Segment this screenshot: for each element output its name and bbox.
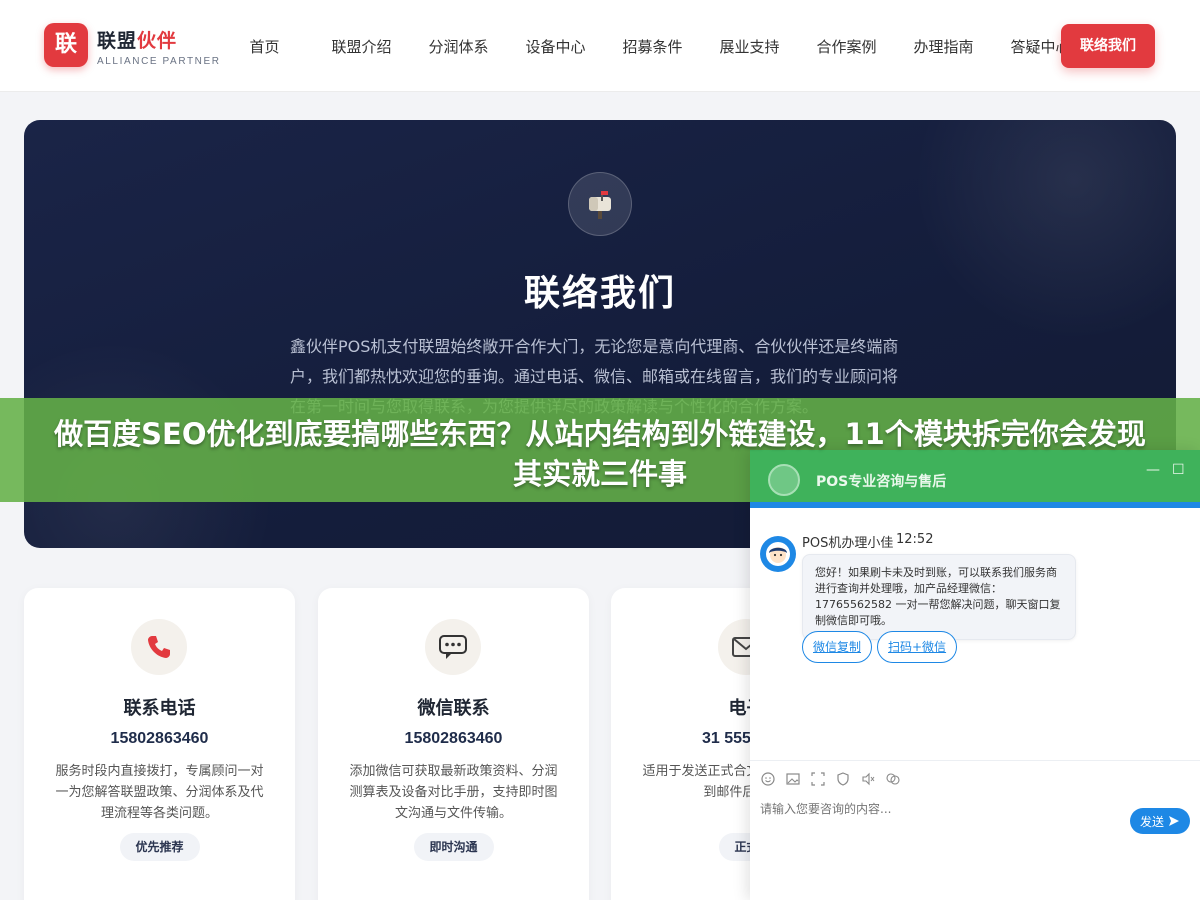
logo-mark[interactable]: 联 <box>44 23 88 67</box>
send-button[interactable]: 发送 <box>1130 808 1190 834</box>
nav-item-cases[interactable]: 合作案例 <box>798 36 895 57</box>
card-title: 微信联系 <box>417 698 490 719</box>
shield-icon[interactable] <box>835 771 851 787</box>
message-time: 12:52 <box>896 532 934 547</box>
image-icon[interactable] <box>785 771 801 787</box>
article-title: 做百度SEO优化到底要搞哪些东西？从站内结构到外链建设，11个模块拆完你会发现其… <box>54 417 1146 491</box>
chat-widget: POS专业咨询与售后 — ☐ POS机办理小佳 12:52 您好！如果刷卡未及时… <box>750 450 1200 900</box>
nav-item-about[interactable]: 联盟介绍 <box>313 36 410 57</box>
nav-item-home[interactable]: 首页 <box>216 36 313 57</box>
agent-avatar <box>760 536 796 572</box>
logo-title: 联盟伙伴 <box>97 26 221 53</box>
wechat-number[interactable]: 15802863460 <box>318 730 589 748</box>
chat-icon <box>425 619 481 675</box>
copy-wechat-button[interactable]: 微信复制 <box>802 631 873 663</box>
card-badge: 优先推荐 <box>119 833 200 861</box>
agent-name: POS机办理小佳 <box>802 536 894 551</box>
sound-icon[interactable] <box>860 771 876 787</box>
nav-item-recruit[interactable]: 招募条件 <box>604 36 701 57</box>
contact-us-button[interactable]: 联络我们 <box>1061 24 1155 68</box>
chat-header-accent <box>750 502 1200 508</box>
maximize-icon[interactable]: ☐ <box>1172 462 1185 478</box>
send-icon <box>1169 816 1179 826</box>
card-description: 添加微信可获取最新政策资料、分润测算表及设备对比手册，支持即时图文沟通与文件传输… <box>349 764 558 821</box>
chat-input[interactable] <box>760 802 1120 816</box>
main-nav: 首页 联盟介绍 分润体系 设备中心 招募条件 展业支持 合作案例 办理指南 答疑… <box>216 0 1089 92</box>
chat-message: 您好！如果刷卡未及时到账，可以联系我们服务商进行查询并处理哦，加产品经理微信：1… <box>802 554 1076 640</box>
logo-title-b: 伙伴 <box>137 30 178 52</box>
send-label: 发送 <box>1139 814 1164 829</box>
logo-text[interactable]: 联盟伙伴 ALLIANCE PARTNER <box>97 26 221 67</box>
chat-toolbar <box>750 760 1200 796</box>
nav-item-support[interactable]: 展业支持 <box>701 36 798 57</box>
nav-item-guide[interactable]: 办理指南 <box>895 36 992 57</box>
hero-title: 联络我们 <box>523 273 676 314</box>
screenshot-icon[interactable] <box>810 771 826 787</box>
card-badge: 即时沟通 <box>413 833 494 861</box>
contact-card-phone: 联系电话 15802863460 服务时段内直接拨打，专属顾问一对一为您解答联盟… <box>24 588 295 900</box>
nav-item-profit[interactable]: 分润体系 <box>410 36 507 57</box>
mailbox-icon <box>568 172 632 236</box>
site-header: 联 联盟伙伴 ALLIANCE PARTNER 首页 联盟介绍 分润体系 设备中… <box>0 0 1200 92</box>
emoji-icon[interactable] <box>760 771 776 787</box>
scan-wechat-button[interactable]: 扫码+微信 <box>877 631 958 663</box>
logo-subtitle: ALLIANCE PARTNER <box>97 56 221 67</box>
swap-icon[interactable] <box>885 771 901 787</box>
phone-icon <box>131 619 187 675</box>
logo-title-a: 联盟 <box>97 30 138 52</box>
phone-number[interactable]: 15802863460 <box>24 730 295 748</box>
contact-card-wechat: 微信联系 15802863460 添加微信可获取最新政策资料、分润测算表及设备对… <box>318 588 589 900</box>
card-title: 联系电话 <box>123 698 196 719</box>
card-description: 服务时段内直接拨打，专属顾问一对一为您解答联盟政策、分润体系及代理流程等各类问题… <box>55 764 264 821</box>
nav-item-devices[interactable]: 设备中心 <box>507 36 604 57</box>
